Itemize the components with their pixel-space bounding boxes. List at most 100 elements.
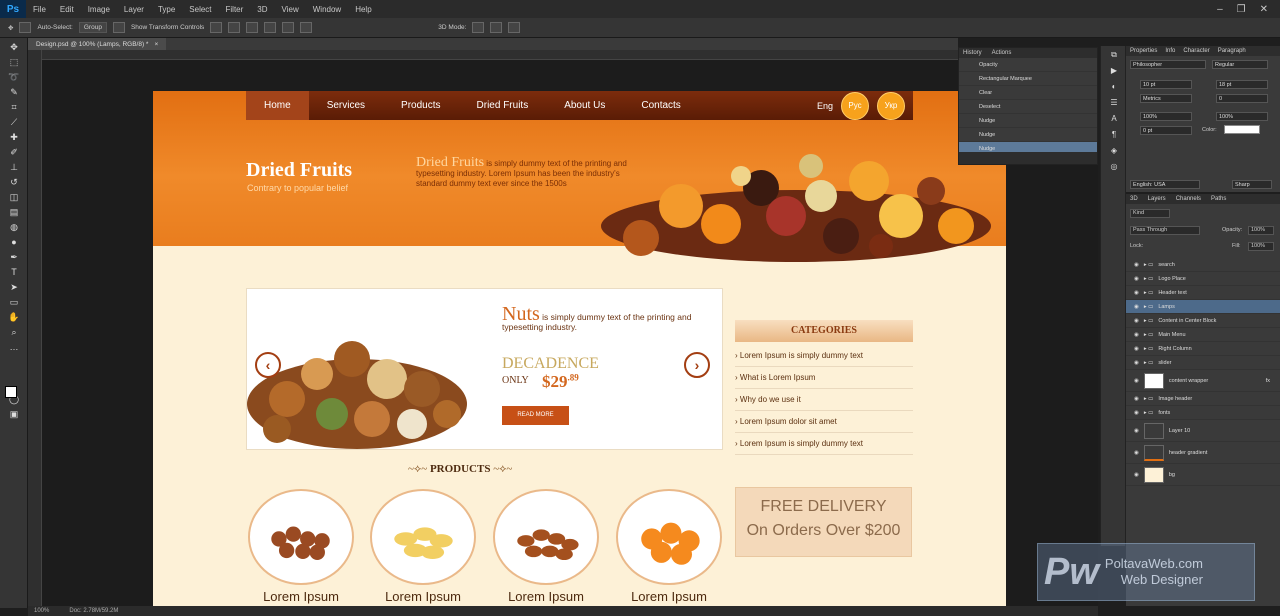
slider-next-button[interactable]: › [684, 352, 710, 378]
product-hazelnuts-image[interactable] [248, 489, 354, 585]
channels-dock-icon[interactable]: ◎ [1107, 162, 1121, 174]
layer-row[interactable]: ◉ content wrapper fx [1126, 370, 1280, 392]
more-tools-icon[interactable]: … [6, 341, 22, 353]
font-family-select[interactable]: Philosopher [1130, 60, 1206, 69]
history-row[interactable]: Deselect [959, 100, 1097, 114]
3d-roll-icon[interactable] [490, 22, 503, 33]
menu-edit[interactable]: Edit [53, 5, 81, 14]
gradient-tool-icon[interactable]: ▤ [6, 206, 22, 218]
read-more-button[interactable]: READ MORE [502, 406, 569, 425]
character-dock-icon[interactable]: A [1107, 114, 1121, 126]
layer-row[interactable]: ◉ bg [1126, 464, 1280, 486]
category-item[interactable]: › What is Lorem Ipsum [735, 367, 913, 389]
tab-layers[interactable]: Layers [1148, 196, 1166, 202]
tab-history[interactable]: History [963, 50, 982, 56]
tab-paths[interactable]: Paths [1211, 196, 1226, 202]
nav-services[interactable]: Services [309, 91, 383, 120]
tab-channels[interactable]: Channels [1176, 196, 1201, 202]
move-tool-icon[interactable]: ✥ [6, 41, 22, 53]
menu-help[interactable]: Help [348, 5, 378, 14]
history-dock-icon[interactable]: ⧉ [1107, 50, 1121, 62]
nav-products[interactable]: Products [383, 91, 458, 120]
screen-mode-icon[interactable]: ▣ [6, 408, 22, 420]
menu-image[interactable]: Image [81, 5, 117, 14]
tab-actions[interactable]: Actions [992, 50, 1012, 56]
show-transform-checkbox[interactable] [112, 22, 125, 33]
minimize-button[interactable]: – [1217, 4, 1223, 15]
history-row[interactable]: Nudge [959, 128, 1097, 142]
layer-row[interactable]: ◉ ▸ ▭ Image header [1126, 392, 1280, 406]
tab-character[interactable]: Character [1183, 48, 1209, 54]
menu-view[interactable]: View [275, 5, 306, 14]
healing-tool-icon[interactable]: ✚ [6, 131, 22, 143]
kerning-field[interactable]: Metrics [1140, 94, 1192, 103]
lang-rus-button[interactable]: Рус [841, 91, 869, 120]
foreground-color-swatch[interactable] [5, 386, 17, 398]
pen-tool-icon[interactable]: ✒ [6, 251, 22, 263]
nav-dried-fruits[interactable]: Dried Fruits [459, 91, 547, 120]
layer-row[interactable]: ◉ ▸ ▭ Content in Center Block [1126, 314, 1280, 328]
menu-filter[interactable]: Filter [219, 5, 251, 14]
eye-icon[interactable]: ◉ [1134, 378, 1139, 384]
text-color-swatch[interactable] [1224, 125, 1260, 134]
eye-icon[interactable]: ◉ [1134, 276, 1139, 282]
3d-pan-icon[interactable] [508, 22, 521, 33]
tab-paragraph[interactable]: Paragraph [1218, 48, 1246, 54]
menu-window[interactable]: Window [306, 5, 348, 14]
crop-tool-icon[interactable]: ⌗ [6, 101, 22, 113]
nav-contacts[interactable]: Contacts [623, 91, 698, 120]
menu-layer[interactable]: Layer [117, 5, 151, 14]
eye-icon[interactable]: ◉ [1134, 262, 1139, 268]
maximize-button[interactable]: ❐ [1237, 4, 1246, 15]
layer-row[interactable]: ◉ header gradient [1126, 442, 1280, 464]
lang-ukr-button[interactable]: Укр [877, 91, 905, 120]
menu-file[interactable]: File [26, 5, 53, 14]
layers-dock-icon[interactable]: ◈ [1107, 146, 1121, 158]
slider-prev-button[interactable]: ‹ [255, 352, 281, 378]
category-item[interactable]: › Lorem Ipsum dolor sit amet [735, 411, 913, 433]
vertical-scale-field[interactable]: 100% [1140, 112, 1192, 121]
3d-rotate-icon[interactable] [472, 22, 485, 33]
layer-row[interactable]: ◉ ▸ ▭ slider [1126, 356, 1280, 370]
brush-tool-icon[interactable]: ✐ [6, 146, 22, 158]
layer-row[interactable]: ◉ ▸ ▭ Logo Place [1126, 272, 1280, 286]
align-bottom-icon[interactable] [246, 22, 259, 33]
tracking-field[interactable]: 0 [1216, 94, 1268, 103]
font-size-field[interactable]: 10 pt [1140, 80, 1192, 89]
history-row[interactable]: Opacity [959, 58, 1097, 72]
paragraph-dock-icon[interactable]: ¶ [1107, 130, 1121, 142]
horizontal-scale-field[interactable]: 100% [1216, 112, 1268, 121]
layer-row[interactable]: ◉ ▸ ▭ Main Menu [1126, 328, 1280, 342]
hand-tool-icon[interactable]: ✋ [6, 311, 22, 323]
close-tab-icon[interactable]: × [154, 41, 158, 48]
eye-icon[interactable]: ◉ [1134, 396, 1139, 402]
eye-icon[interactable]: ◉ [1134, 346, 1139, 352]
category-item[interactable]: › Lorem Ipsum is simply dummy text [735, 433, 913, 455]
eye-icon[interactable]: ◉ [1134, 450, 1139, 456]
zoom-level[interactable]: 100% [34, 608, 49, 614]
eye-icon[interactable]: ◉ [1134, 332, 1139, 338]
category-item[interactable]: › Why do we use it [735, 389, 913, 411]
history-brush-tool-icon[interactable]: ↺ [6, 176, 22, 188]
menu-3d[interactable]: 3D [250, 5, 274, 14]
opacity-field[interactable]: 100% [1248, 226, 1274, 235]
history-row[interactable]: Nudge [959, 114, 1097, 128]
fill-field[interactable]: 100% [1248, 242, 1274, 251]
fx-icon[interactable]: fx [1266, 378, 1270, 384]
tab-properties[interactable]: Properties [1130, 48, 1157, 54]
antialias-select[interactable]: Sharp [1232, 180, 1272, 189]
align-middle-icon[interactable] [228, 22, 241, 33]
align-left-icon[interactable] [264, 22, 277, 33]
document-tab[interactable]: Design.psd @ 100% (Lamps, RGB/8) * × [28, 38, 167, 50]
design-canvas[interactable]: Home Services Products Dried Fruits Abou… [153, 91, 1006, 608]
layer-row[interactable]: ◉ ▸ ▭ search [1126, 258, 1280, 272]
nav-about-us[interactable]: About Us [546, 91, 623, 120]
eye-icon[interactable]: ◉ [1134, 290, 1139, 296]
eye-icon[interactable]: ◉ [1134, 360, 1139, 366]
eye-icon[interactable]: ◉ [1134, 318, 1139, 324]
lang-eng[interactable]: Eng [817, 101, 833, 111]
eye-icon[interactable]: ◉ [1134, 410, 1139, 416]
type-tool-icon[interactable]: T [6, 266, 22, 278]
history-row[interactable]: Rectangular Marquee [959, 72, 1097, 86]
auto-select-checkbox[interactable] [19, 22, 32, 33]
